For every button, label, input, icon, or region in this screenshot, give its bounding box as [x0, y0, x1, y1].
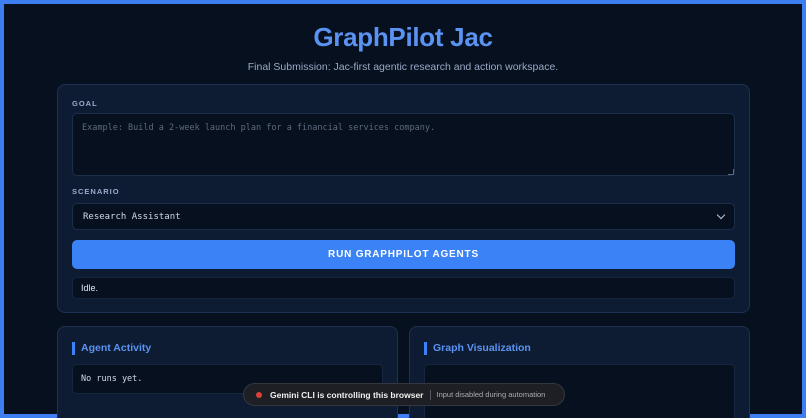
recording-dot-icon	[256, 391, 262, 398]
status-text: Idle.	[81, 283, 99, 293]
banner-main-text: Gemini CLI is controlling this browser	[270, 389, 424, 400]
banner-divider	[429, 389, 431, 400]
scenario-label: SCENARIO	[72, 187, 120, 196]
agent-activity-heading: Agent Activity	[72, 342, 151, 355]
goal-input[interactable]	[72, 113, 735, 176]
automation-banner: Gemini CLI is controlling this browser I…	[243, 383, 565, 406]
page-header: GraphPilot Jac Final Submission: Jac-fir…	[4, 22, 802, 73]
banner-sub-text: Input disabled during automation	[436, 390, 546, 399]
no-runs-text: No runs yet.	[81, 374, 143, 384]
run-agents-button[interactable]: RUN GRAPHPILOT AGENTS	[72, 240, 735, 269]
goal-label: GOAL	[72, 99, 98, 108]
page-title: GraphPilot Jac	[313, 22, 493, 52]
goal-form-panel: GOAL SCENARIO Research Assistant RUN GRA…	[57, 84, 750, 313]
chevron-down-icon	[716, 210, 726, 220]
scenario-selected-value: Research Assistant	[83, 211, 181, 222]
graph-visualization-heading: Graph Visualization	[424, 342, 531, 355]
status-box: Idle.	[72, 277, 735, 299]
page-subtitle: Final Submission: Jac-first agentic rese…	[247, 61, 559, 73]
scenario-select[interactable]: Research Assistant	[72, 203, 735, 230]
